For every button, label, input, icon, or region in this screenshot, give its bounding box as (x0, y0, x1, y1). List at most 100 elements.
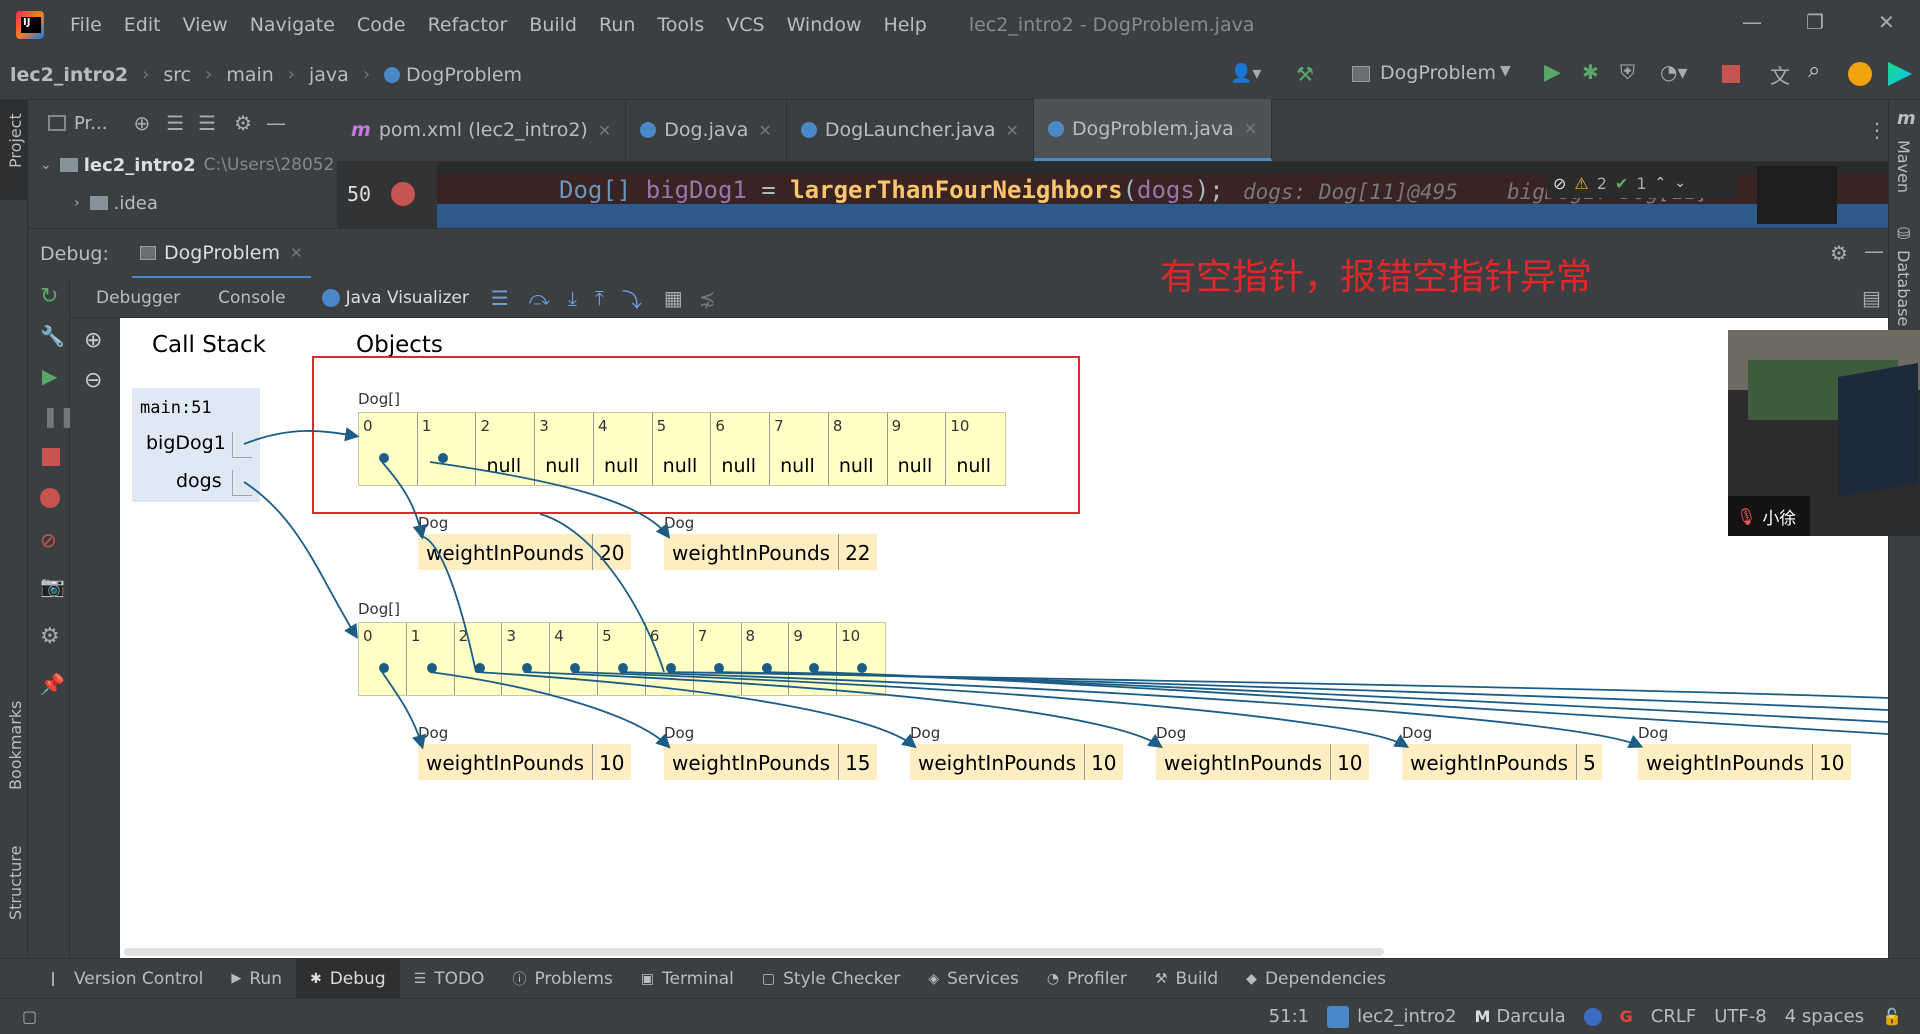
collapse-all-icon[interactable]: ☰ (198, 111, 216, 135)
tool-terminal[interactable]: ▣ Terminal (627, 959, 748, 999)
java-visualizer-canvas[interactable]: Call Stack Objects main:51 bigDog1 dogs … (120, 318, 1888, 958)
run-to-cursor-icon[interactable]: ⤵ (622, 284, 642, 313)
tool-dependencies[interactable]: ◆ Dependencies (1232, 959, 1400, 999)
chevron-down-icon[interactable]: ▼ (1500, 63, 1511, 79)
caret-position[interactable]: 51:1 (1269, 1006, 1309, 1027)
profiler-icon[interactable]: ◔▾ (1660, 60, 1688, 84)
tree-item-idea[interactable]: › .idea (28, 184, 337, 222)
structure-tool-label[interactable]: Structure (6, 846, 25, 920)
file-encoding[interactable]: UTF-8 (1714, 1006, 1766, 1027)
zoom-in-icon[interactable]: ⊕ (84, 328, 102, 353)
stop-icon[interactable] (1722, 65, 1740, 83)
breadcrumb-src[interactable]: src (163, 64, 191, 86)
bookmarks-tool-label[interactable]: Bookmarks (6, 701, 25, 790)
translate-icon[interactable]: 文 (1770, 60, 1790, 89)
update-icon[interactable] (1848, 62, 1872, 86)
gear-icon[interactable]: ⚙ (40, 624, 60, 649)
theme-name[interactable]: Darcula (1496, 1006, 1565, 1027)
tab-dog-java[interactable]: Dog.java ✕ (626, 99, 787, 161)
breadcrumb-main[interactable]: main (226, 64, 273, 86)
chevron-up-icon[interactable]: ⌃ (1655, 175, 1667, 191)
step-into-icon[interactable]: ⤓ (568, 286, 577, 310)
gear-icon[interactable]: ⚙ (234, 111, 252, 135)
inspection-widget[interactable]: ⊘ ⚠ 2 ✔ 1 ⌃ ⌄ (1547, 168, 1737, 198)
expand-all-icon[interactable]: ☰ (166, 111, 184, 135)
hide-icon[interactable]: — (1864, 239, 1884, 263)
gear-icon[interactable]: ⚙ (1830, 241, 1848, 265)
close-icon[interactable]: ✕ (290, 244, 303, 262)
debug-session-tab[interactable]: DogProblem ✕ (132, 229, 311, 279)
run-icon[interactable]: ▶ (1544, 60, 1561, 85)
tab-doglauncher-java[interactable]: DogLauncher.java ✕ (787, 99, 1034, 161)
step-over-icon[interactable]: ⤼ (529, 286, 550, 310)
close-icon[interactable]: ✕ (1244, 119, 1257, 138)
tab-pom-xml[interactable]: m pom.xml (lec2_intro2) ✕ (337, 99, 627, 161)
view-breakpoints-icon[interactable] (40, 488, 60, 508)
debug-bug-icon[interactable]: ✱ (1582, 60, 1599, 84)
menu-window[interactable]: Window (787, 14, 862, 36)
menu-vcs[interactable]: VCS (726, 14, 764, 36)
menu-refactor[interactable]: Refactor (428, 14, 508, 36)
database-tool-label[interactable]: Database (1894, 250, 1913, 326)
tab-dogproblem-java[interactable]: DogProblem.java ✕ (1033, 99, 1273, 161)
more-icon[interactable]: ⋮ (1867, 118, 1887, 142)
tab-java-visualizer[interactable]: Java Visualizer (346, 288, 469, 308)
close-icon[interactable]: ✕ (758, 121, 771, 140)
tool-version-control[interactable]: Version Control (0, 959, 217, 999)
chevron-down-icon[interactable]: ⌄ (1674, 175, 1686, 191)
resume-icon[interactable]: ▶ (42, 364, 57, 388)
breadcrumb-project[interactable]: lec2_intro2 (10, 64, 128, 86)
scrollbar-thumb[interactable] (124, 948, 1384, 956)
tool-debug[interactable]: ✱ Debug (295, 958, 400, 999)
indent-setting[interactable]: 4 spaces (1785, 1006, 1864, 1027)
breadcrumb-class[interactable]: DogProblem (406, 64, 522, 86)
step-out-icon[interactable]: ⤒ (595, 286, 604, 310)
zoom-out-icon[interactable]: ⊖ (84, 368, 102, 393)
tree-item-root[interactable]: ⌄ lec2_intro2 C:\Users\28052 (28, 146, 337, 184)
menu-tools[interactable]: Tools (657, 14, 704, 36)
tool-run[interactable]: ▶ Run (217, 959, 296, 999)
evaluate-icon[interactable]: ▦ (664, 286, 683, 310)
close-icon[interactable]: ✕ (1878, 10, 1895, 34)
hide-icon[interactable]: — (266, 111, 286, 135)
search-icon[interactable]: ⌕ (1808, 58, 1820, 83)
coverage-icon[interactable]: ⛨ (1620, 60, 1635, 84)
run-config-select[interactable]: DogProblem (1380, 62, 1496, 84)
menu-code[interactable]: Code (357, 14, 406, 36)
plugin-icon[interactable] (1888, 62, 1912, 86)
menu-run[interactable]: Run (599, 14, 635, 36)
threads-icon[interactable]: ☰ (491, 286, 509, 310)
breakpoint-icon[interactable] (391, 182, 415, 206)
pin-icon[interactable]: 📌 (40, 672, 65, 696)
line-separator[interactable]: CRLF (1651, 1006, 1696, 1027)
tool-problems[interactable]: ⓘ Problems (498, 959, 626, 999)
camera-icon[interactable]: 📷 (40, 574, 65, 598)
tool-todo[interactable]: ☰ TODO (400, 959, 499, 999)
locate-icon[interactable]: ⊕ (133, 111, 150, 135)
menu-help[interactable]: Help (883, 14, 926, 36)
tool-style-checker[interactable]: ▢ Style Checker (748, 959, 914, 999)
tab-debugger[interactable]: Debugger (96, 288, 180, 308)
menu-view[interactable]: View (183, 14, 228, 36)
tool-build[interactable]: ⚒ Build (1141, 959, 1232, 999)
wrench-icon[interactable]: 🔧 (40, 324, 65, 348)
tool-profiler[interactable]: ◔ Profiler (1033, 959, 1141, 999)
close-icon[interactable]: ✕ (598, 121, 611, 140)
tool-services[interactable]: ◈ Services (914, 959, 1032, 999)
layout-toggle-icon[interactable]: ▢ (22, 1007, 37, 1026)
lock-icon[interactable]: 🔓 (1882, 1007, 1902, 1026)
project-tool-label[interactable]: Project (6, 113, 25, 168)
rerun-icon[interactable]: ↻ (40, 284, 58, 309)
user-icon[interactable]: 👤▾ (1230, 63, 1261, 84)
build-hammer-icon[interactable]: ⚒ (1296, 62, 1314, 86)
breadcrumb-java[interactable]: java (309, 64, 349, 86)
menu-edit[interactable]: Edit (124, 14, 161, 36)
stop-icon[interactable] (42, 448, 60, 466)
mute-breakpoints-icon[interactable]: ⊘ (40, 528, 57, 552)
menu-navigate[interactable]: Navigate (250, 14, 335, 36)
project-panel-title[interactable]: Pr... (74, 113, 107, 134)
restore-icon[interactable]: ❐ (1806, 10, 1824, 34)
close-icon[interactable]: ✕ (1006, 121, 1019, 140)
code-editor[interactable]: 50 Dog[] bigDog1 = largerThanFourNeighbo… (337, 162, 1888, 228)
menu-build[interactable]: Build (529, 14, 577, 36)
